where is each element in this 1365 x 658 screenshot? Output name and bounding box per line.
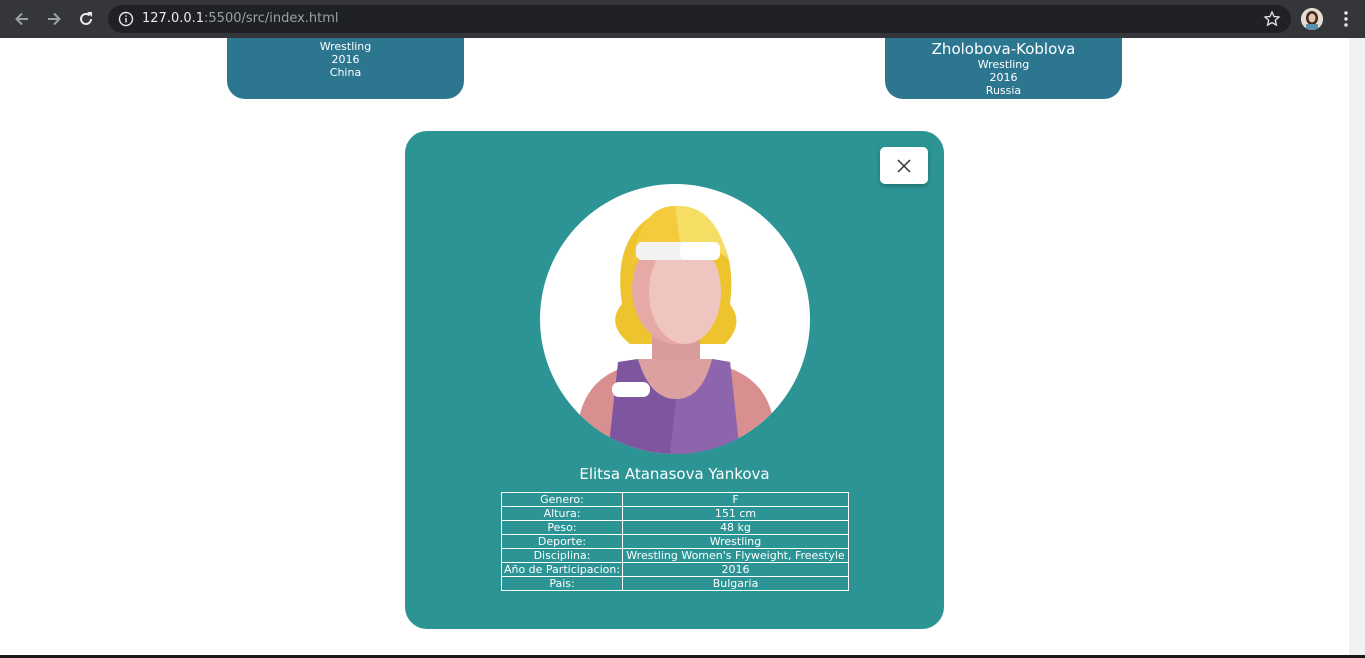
detail-value: Wrestling <box>622 534 849 549</box>
detail-label: Genero: <box>501 492 623 507</box>
athlete-card[interactable]: Wrestling 2016 China <box>227 38 464 99</box>
page-content: Wrestling 2016 China Zholobova-Koblova W… <box>0 38 1349 656</box>
close-button[interactable] <box>880 147 928 184</box>
address-bar[interactable]: 127.0.0.1:5500/src/index.html <box>108 5 1291 33</box>
detail-label: Altura: <box>501 506 623 521</box>
kebab-menu-icon[interactable] <box>1336 9 1356 29</box>
table-row: Deporte: Wrestling <box>501 534 849 549</box>
detail-value: 48 kg <box>622 520 849 535</box>
table-row: Altura: 151 cm <box>501 506 849 521</box>
card-year: 2016 <box>331 53 360 66</box>
card-sport: Wrestling <box>319 40 372 53</box>
table-row: Pais: Bulgaria <box>501 576 849 591</box>
table-row: Año de Participacion: 2016 <box>501 562 849 577</box>
athlete-name: Elitsa Atanasova Yankova <box>579 465 770 483</box>
detail-value: Wrestling Women's Flyweight, Freestyle <box>622 548 849 563</box>
card-country: China <box>329 66 362 79</box>
detail-value: 151 cm <box>622 506 849 521</box>
athlete-details-table: Genero: F Altura: 151 cm Peso: 48 kg Dep… <box>501 492 849 591</box>
close-icon <box>897 158 911 173</box>
table-row: Peso: 48 kg <box>501 520 849 535</box>
browser-toolbar: 127.0.0.1:5500/src/index.html <box>0 0 1365 38</box>
vertical-scrollbar[interactable] <box>1349 38 1365 656</box>
star-icon[interactable] <box>1263 10 1281 28</box>
url-text[interactable]: 127.0.0.1:5500/src/index.html <box>142 11 339 26</box>
detail-label: Disciplina: <box>501 548 623 563</box>
detail-label: Año de Participacion: <box>501 562 623 577</box>
detail-value: F <box>622 492 849 507</box>
detail-label: Peso: <box>501 520 623 535</box>
athlete-avatar <box>540 184 810 454</box>
card-sport: Wrestling <box>977 58 1030 71</box>
athlete-modal: Elitsa Atanasova Yankova Genero: F Altur… <box>405 131 944 629</box>
detail-value: 2016 <box>622 562 849 577</box>
back-arrow-icon[interactable] <box>11 8 33 30</box>
card-year: 2016 <box>989 71 1018 84</box>
card-country: Russia <box>985 84 1022 97</box>
card-name: Zholobova-Koblova <box>931 40 1076 58</box>
reload-icon[interactable] <box>75 8 97 30</box>
athlete-card[interactable]: Zholobova-Koblova Wrestling 2016 Russia <box>885 38 1122 99</box>
detail-label: Pais: <box>501 576 623 591</box>
info-icon[interactable] <box>118 11 134 27</box>
forward-arrow-icon[interactable] <box>43 8 65 30</box>
table-row: Disciplina: Wrestling Women's Flyweight,… <box>501 548 849 563</box>
profile-avatar[interactable] <box>1301 8 1323 30</box>
table-row: Genero: F <box>501 492 849 507</box>
detail-label: Deporte: <box>501 534 623 549</box>
detail-value: Bulgaria <box>622 576 849 591</box>
